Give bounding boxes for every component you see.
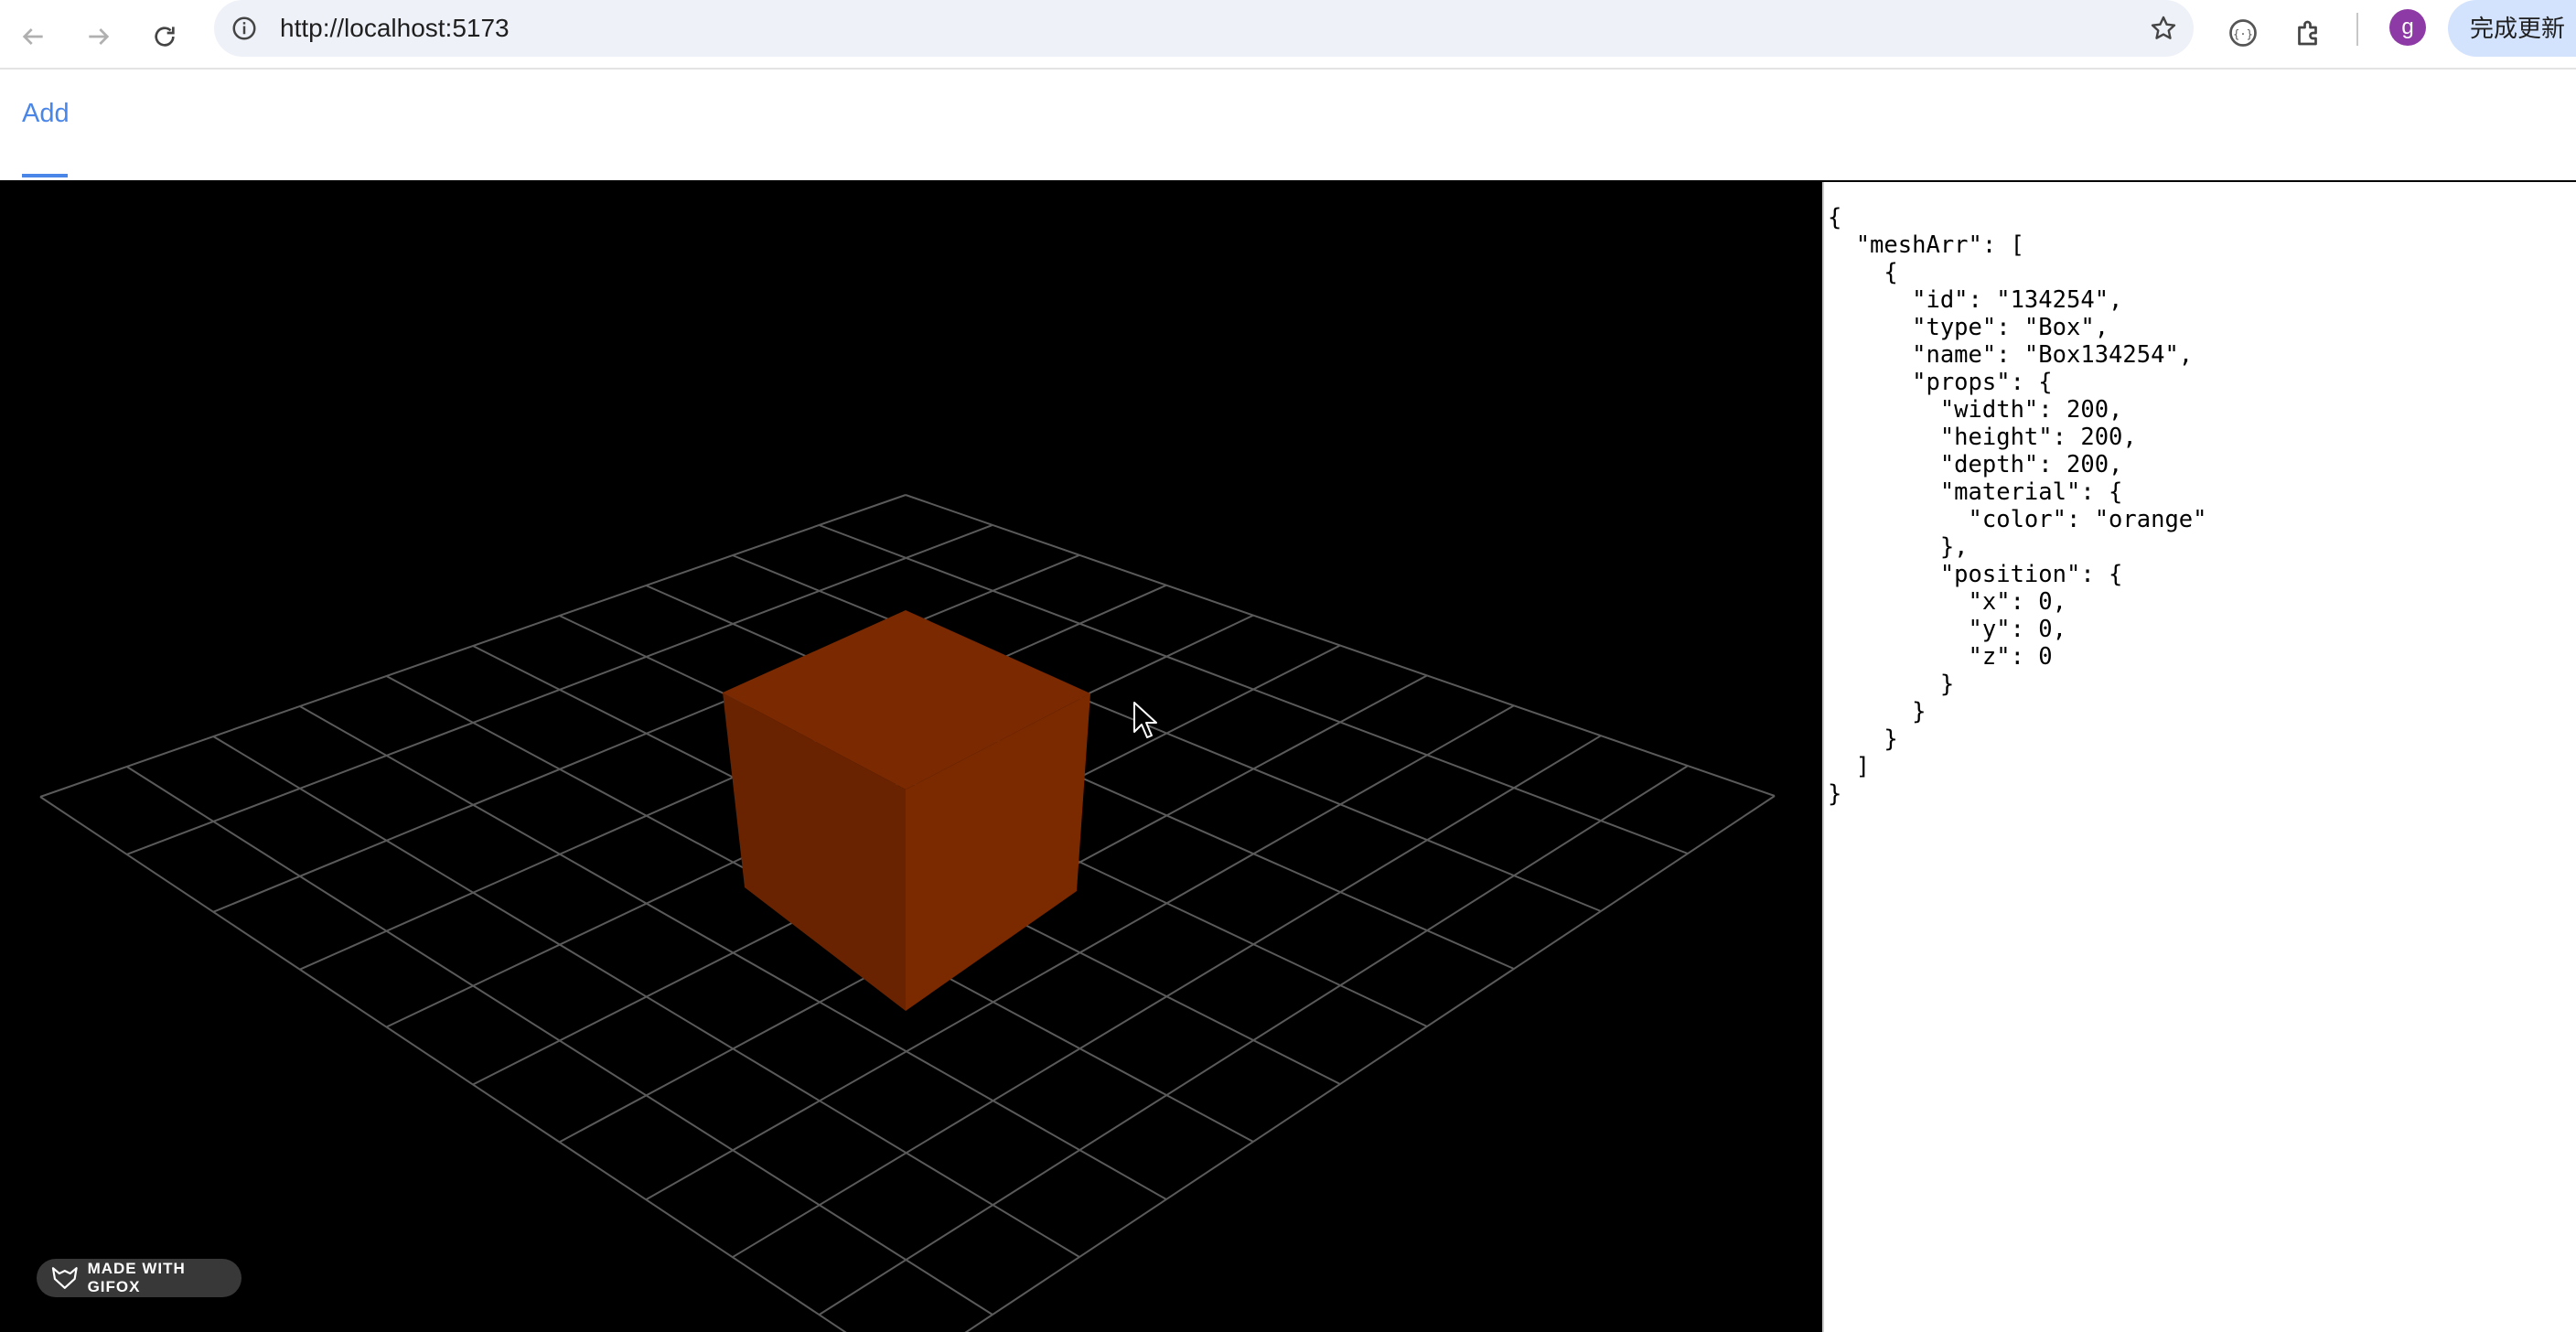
reload-button[interactable] [139,11,190,62]
json-panel: { "meshArr": [ { "id": "134254", "type":… [1822,182,2576,1332]
back-button[interactable] [7,11,59,62]
reload-icon [155,27,175,47]
devtools-extension-icon[interactable]: {·} [2221,11,2265,55]
arrow-left-icon [22,28,43,45]
arrow-right-icon [89,28,110,45]
info-icon[interactable] [227,11,262,46]
mouse-cursor-icon [1133,702,1157,738]
json-code: { "meshArr": [ { "id": "134254", "type":… [1828,204,2207,808]
address-bar[interactable]: http://localhost:5173 [214,0,2194,57]
toolbar-divider [2356,13,2358,46]
app-tab-bar: Add [0,70,2576,183]
3d-viewport[interactable]: MADE WITH GIFOX [0,182,1822,1332]
puzzle-icon[interactable] [2287,11,2331,55]
gifox-watermark: MADE WITH GIFOX [37,1259,242,1297]
browser-toolbar: http://localhost:5173 {·} g 完成更新 [0,0,2576,70]
update-button[interactable]: 完成更新 [2448,0,2576,57]
fox-logo-icon [51,1267,78,1289]
svg-text:{·}: {·} [2233,27,2253,40]
tab-add[interactable]: Add [22,99,70,129]
url-text[interactable]: http://localhost:5173 [280,0,510,57]
scene-canvas[interactable] [0,182,1822,1332]
gifox-watermark-text: MADE WITH GIFOX [87,1260,186,1295]
orange-box[interactable] [723,610,1090,1011]
star-icon[interactable] [2146,11,2181,46]
forward-button[interactable] [73,11,124,62]
active-tab-indicator [22,174,68,177]
profile-avatar[interactable]: g [2389,9,2426,46]
